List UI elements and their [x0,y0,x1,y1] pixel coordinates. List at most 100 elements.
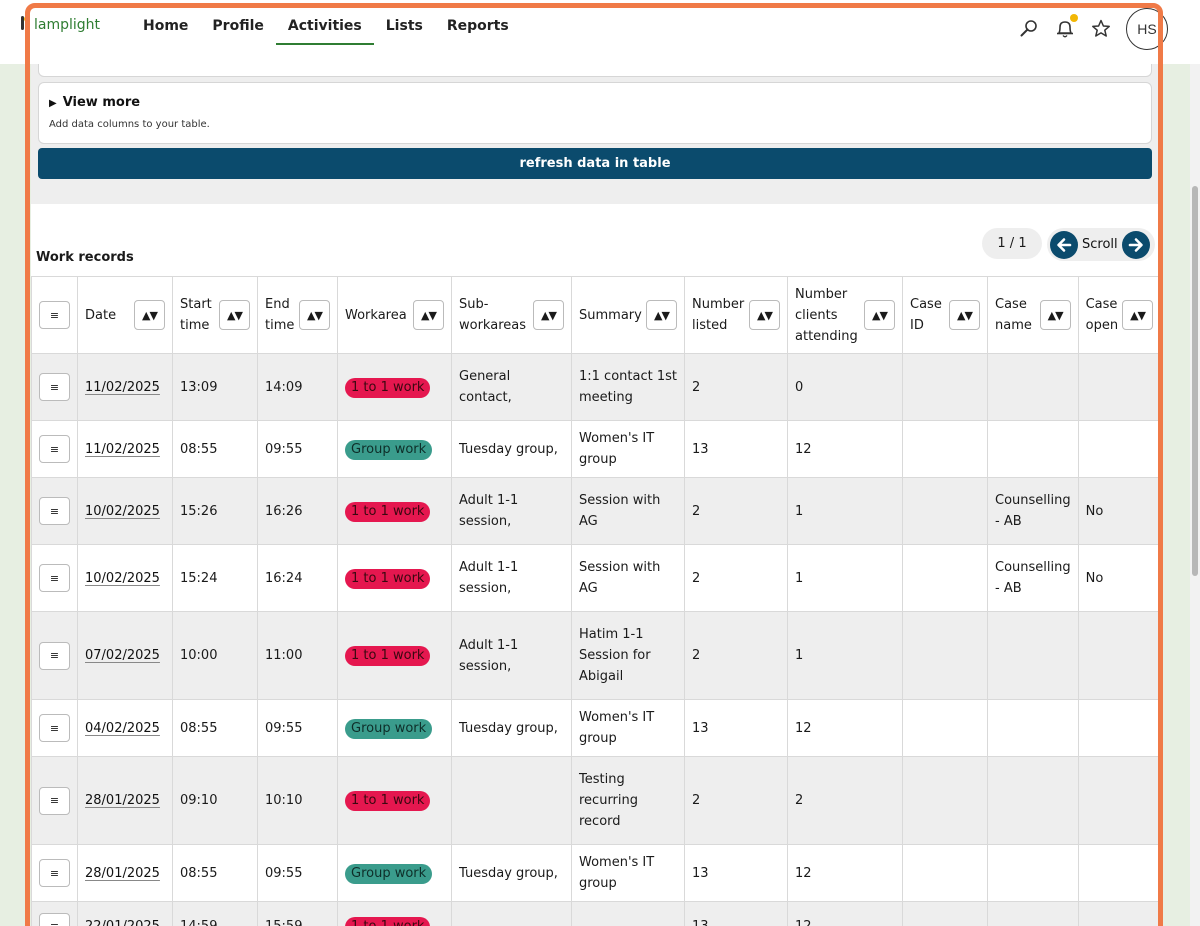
column-header-subworkareas: Sub-workareas ▲▼ [451,276,572,354]
view-more-description: Add data columns to your table. [49,119,210,130]
cell-workarea: 1 to 1 work [337,901,452,926]
top-navigation-bar: lamplight Home Profile Activities Lists … [0,0,1200,64]
cell-subworkareas: Tuesday group, [451,420,572,478]
row-menu-button[interactable]: ≡ [39,373,70,401]
column-label: Date [85,307,117,323]
column-options-button[interactable]: ≡ [39,301,70,329]
cell-start-time: 14:59 [172,901,258,926]
cell-summary-text: Women's IT group [579,855,655,891]
cell-number-attending-text: 1 [795,648,804,663]
sort-button[interactable]: ▲▼ [749,300,780,330]
view-more-label: View more [62,95,141,110]
cell-start-time-text: 09:10 [180,793,218,808]
sort-button[interactable]: ▲▼ [134,300,165,330]
cell-number-listed: 13 [684,844,788,902]
view-more-toggle[interactable]: ▶ View more [49,95,140,110]
sort-button[interactable]: ▲▼ [413,300,444,330]
refresh-data-button[interactable]: refresh data in table [38,148,1152,179]
record-date-link[interactable]: 07/02/2025 [85,648,160,663]
page-scrollbar[interactable] [1190,64,1200,926]
scroll-left-button[interactable] [1050,230,1078,259]
sort-button[interactable]: ▲▼ [533,300,564,330]
column-header-start-time: Start time ▲▼ [172,276,258,354]
lamp-icon [18,14,32,36]
table-row[interactable]: ≡ 07/02/2025 10:00 11:00 1 to 1 work Adult 1-… [31,611,1162,700]
table-row[interactable]: ≡ 11/02/2025 08:55 09:55 Group work Tuesday g… [31,420,1162,478]
row-menu-button[interactable]: ≡ [39,564,70,592]
cell-start-time: 15:24 [172,544,258,612]
scroll-right-button[interactable] [1121,230,1150,259]
table-row[interactable]: ≡ 10/02/2025 15:24 16:24 1 to 1 work Adult 1-… [31,544,1162,612]
cell-end-time: 09:55 [257,420,338,478]
table-row[interactable]: ≡ 04/02/2025 08:55 09:55 Group work Tuesday g… [31,699,1162,757]
cell-number-listed-text: 13 [692,441,709,457]
record-date-link[interactable]: 10/02/2025 [85,571,160,586]
record-date-link[interactable]: 28/01/2025 [85,793,160,808]
cell-summary-text: Session with AG [579,493,661,529]
workarea-badge: Group work [345,863,433,884]
cell-summary: Women's IT group [571,420,685,478]
sort-button[interactable]: ▲▼ [299,300,330,330]
workarea-badge: 1 to 1 work [345,501,431,522]
nav-reports[interactable]: Reports [435,8,521,45]
record-date-link[interactable]: 22/01/2025 [85,919,160,926]
lamplight-logo[interactable]: lamplight [18,14,100,36]
row-menu-button[interactable]: ≡ [39,435,70,463]
bell-icon[interactable] [1054,14,1078,40]
scrollbar-thumb[interactable] [1192,186,1198,576]
nav-activities[interactable]: Activities [275,8,374,45]
cell-case-name [987,756,1079,845]
cell-case-name [987,699,1079,757]
table-row[interactable]: ≡ 28/01/2025 09:10 10:10 1 to 1 work Testing … [31,756,1162,845]
sort-button[interactable]: ▲▼ [949,300,980,330]
nav-home[interactable]: Home [131,8,200,45]
section-title: Work records [36,250,134,265]
menu-icon: ≡ [49,504,60,518]
search-icon[interactable] [1018,18,1040,40]
menu-icon: ≡ [49,794,60,807]
cell-case-name-text: Counselling - AB [995,493,1071,529]
sort-button[interactable]: ▲▼ [1122,300,1154,330]
cell-row-menu: ≡ [31,477,78,545]
cell-subworkareas-text: Adult 1-1 session, [459,560,519,596]
cell-subworkareas-text: Tuesday group, [459,720,558,736]
cell-number-listed-text: 2 [692,648,701,663]
menu-icon: ≡ [49,866,60,880]
table-row[interactable]: ≡ 11/02/2025 13:09 14:09 1 to 1 work General … [31,353,1162,421]
view-more-section[interactable]: ▶ View more Add data columns to your tabl… [38,82,1152,144]
row-menu-button[interactable]: ≡ [39,497,70,525]
cell-number-listed-text: 2 [692,379,701,395]
sort-button[interactable]: ▲▼ [646,300,677,330]
cell-number-attending: 12 [787,844,903,902]
cell-subworkareas-text: Tuesday group, [459,441,558,457]
cell-subworkareas [451,901,572,926]
cell-row-menu: ≡ [31,756,78,845]
user-avatar[interactable]: HS [1126,8,1168,50]
record-date-link[interactable]: 04/02/2025 [85,721,160,736]
table-row[interactable]: ≡ 10/02/2025 15:26 16:26 1 to 1 work Adult 1-… [31,477,1162,545]
cell-number-attending: 0 [787,353,903,421]
record-date-link[interactable]: 28/01/2025 [85,866,160,881]
record-date-link[interactable]: 11/02/2025 [85,380,160,395]
cell-start-time-text: 15:24 [180,570,218,586]
star-icon[interactable] [1090,18,1112,40]
row-menu-button[interactable]: ≡ [39,641,70,670]
sort-button[interactable]: ▲▼ [219,300,250,330]
table-row[interactable]: ≡ 22/01/2025 14:59 15:59 1 to 1 work 13 12 [31,901,1162,926]
cell-row-menu: ≡ [31,844,78,902]
row-menu-button[interactable]: ≡ [39,714,70,742]
nav-profile[interactable]: Profile [200,8,275,45]
row-menu-button[interactable]: ≡ [39,786,70,815]
menu-icon: ≡ [49,571,60,585]
cell-subworkareas: General contact, [451,353,572,421]
sort-button[interactable]: ▲▼ [864,300,895,330]
row-menu-button[interactable]: ≡ [39,912,70,926]
sort-button[interactable]: ▲▼ [1039,300,1071,330]
nav-lists[interactable]: Lists [374,8,435,45]
record-date-link[interactable]: 11/02/2025 [85,442,160,457]
cell-number-attending-text: 12 [795,919,812,926]
record-date-link[interactable]: 10/02/2025 [85,504,160,519]
table-row[interactable]: ≡ 28/01/2025 08:55 09:55 Group work Tuesday g… [31,844,1162,902]
row-menu-button[interactable]: ≡ [39,859,70,887]
workarea-badge: 1 to 1 work [345,568,431,589]
